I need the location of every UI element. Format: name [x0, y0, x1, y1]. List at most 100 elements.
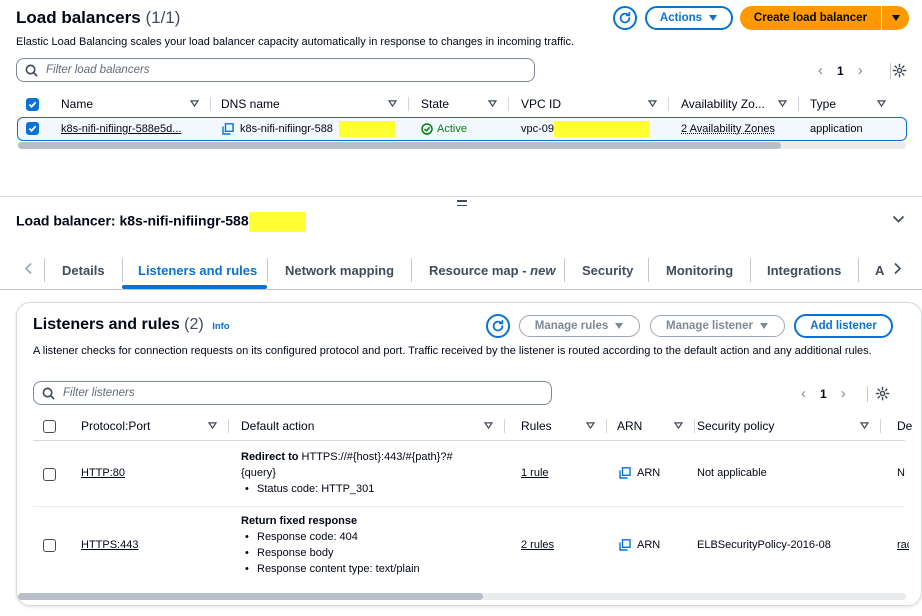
column-name[interactable]: Name	[61, 93, 211, 115]
protocol-port-link[interactable]: HTTPS:443	[81, 537, 138, 553]
state-value: Active	[437, 123, 467, 135]
list-item: Response code: 404	[241, 529, 511, 545]
default-ssl-link[interactable]: rac	[897, 537, 909, 553]
column-security-policy[interactable]: Security policy	[697, 415, 881, 437]
collapse-panel-button[interactable]	[892, 215, 905, 224]
table-row[interactable]: k8s-nifi-nifiingr-588e5d... k8s-nifi-nif…	[17, 117, 907, 141]
next-page-icon[interactable]: ›	[858, 62, 863, 79]
table-row[interactable]: HTTPS:443 Return fixed response Response…	[33, 507, 909, 589]
column-state[interactable]: State	[421, 93, 509, 115]
copy-icon[interactable]	[619, 467, 631, 479]
sort-caret-icon	[190, 100, 199, 107]
protocol-port-link[interactable]: HTTP:80	[81, 465, 125, 481]
sort-caret-icon	[488, 100, 497, 107]
type-value: application	[810, 123, 863, 135]
next-page-icon[interactable]: ›	[841, 385, 846, 402]
chevron-left-icon	[24, 262, 32, 275]
pagination: ‹ 1 ›	[818, 62, 863, 79]
actions-button[interactable]: Actions	[645, 6, 733, 30]
caret-down-icon	[891, 15, 900, 21]
tab-integrations[interactable]: Integrations	[767, 252, 841, 288]
redaction	[554, 121, 651, 138]
security-policy-value: ELBSecurityPolicy-2016-08	[697, 539, 831, 551]
column-arn[interactable]: ARN	[617, 415, 695, 437]
sort-caret-icon	[208, 422, 217, 429]
tab-monitoring[interactable]: Monitoring	[666, 252, 733, 288]
search-icon	[42, 387, 55, 399]
column-protocol-port[interactable]: Protocol:Port	[81, 415, 229, 437]
row-checkbox[interactable]	[43, 539, 56, 552]
page-title: Load balancers (1/1)	[16, 8, 181, 27]
gear-icon	[875, 386, 890, 401]
column-availability-zones[interactable]: Availability Zo...	[681, 93, 799, 115]
prev-page-icon[interactable]: ‹	[801, 385, 806, 402]
tabs-scroll-right[interactable]	[893, 262, 902, 275]
column-default-action[interactable]: Default action	[241, 415, 505, 437]
load-balancer-name-link[interactable]: k8s-nifi-nifiingr-588e5d...	[61, 121, 181, 137]
listener-count: (2)	[184, 316, 204, 333]
tab-resource-map[interactable]: Resource map - new	[429, 252, 555, 288]
listeners-horizontal-scrollbar[interactable]	[18, 593, 906, 600]
sort-caret-icon	[586, 422, 595, 429]
column-vpc-id[interactable]: VPC ID	[521, 93, 669, 115]
chevron-right-icon	[894, 262, 902, 275]
column-default-ssl[interactable]: De	[897, 415, 912, 437]
availability-zones-value[interactable]: 2 Availability Zones	[681, 121, 775, 137]
rules-link[interactable]: 2 rules	[521, 537, 554, 553]
load-balancer-search-input[interactable]: Filter load balancers	[16, 58, 535, 82]
tab-listeners-and-rules[interactable]: Listeners and rules	[138, 252, 257, 288]
column-rules[interactable]: Rules	[521, 415, 607, 437]
listeners-table-header: Protocol:Port Default action Rules ARN S…	[33, 415, 922, 437]
create-load-balancer-button[interactable]: Create load balancer	[740, 6, 881, 30]
listeners-settings-button[interactable]	[875, 386, 890, 401]
load-balancer-table-header: Name DNS name State VPC ID Availability …	[16, 93, 922, 115]
resize-handle[interactable]	[457, 200, 467, 206]
arn-value: ARN	[637, 539, 661, 551]
tabs-scroll-left[interactable]	[24, 262, 33, 275]
select-all-checkbox[interactable]	[26, 97, 39, 111]
horizontal-scrollbar[interactable]	[18, 142, 906, 149]
caret-down-icon	[759, 323, 768, 329]
dns-name-value: k8s-nifi-nifiingr-588	[240, 123, 333, 135]
caret-down-icon	[615, 323, 624, 329]
current-page[interactable]: 1	[820, 387, 827, 401]
scrollbar-thumb[interactable]	[18, 593, 483, 600]
current-page[interactable]: 1	[837, 64, 844, 78]
sort-caret-icon	[648, 100, 657, 107]
arn-value: ARN	[637, 467, 661, 479]
table-settings-button[interactable]	[892, 63, 907, 78]
rules-link[interactable]: 1 rule	[521, 465, 549, 481]
tab-network-mapping[interactable]: Network mapping	[285, 252, 394, 288]
default-action-cell: Redirect to HTTPS://#{host}:443/#{path}?…	[241, 449, 511, 497]
tab-security[interactable]: Security	[582, 252, 633, 288]
tab-details[interactable]: Details	[62, 252, 105, 288]
refresh-listeners-button[interactable]	[486, 314, 510, 338]
detail-title: Load balancer: k8s-nifi-nifiingr-588	[16, 212, 306, 232]
manage-listener-button[interactable]: Manage listener	[650, 315, 785, 337]
manage-rules-button[interactable]: Manage rules	[519, 315, 640, 337]
tab-bar: Details Listeners and rules Network mapp…	[0, 252, 922, 290]
split-panel-divider	[0, 196, 922, 197]
table-row[interactable]: HTTP:80 Redirect to HTTPS://#{host}:443/…	[33, 442, 905, 506]
column-type[interactable]: Type	[810, 93, 898, 115]
add-listener-button[interactable]: Add listener	[794, 314, 893, 338]
row-checkbox[interactable]	[26, 122, 39, 135]
column-dns-name[interactable]: DNS name	[221, 93, 409, 115]
refresh-button[interactable]	[613, 6, 637, 30]
create-dropdown-button[interactable]	[881, 6, 909, 30]
info-link[interactable]: Info	[212, 321, 229, 332]
active-tab-indicator	[122, 285, 267, 289]
tab-attributes[interactable]: A	[875, 252, 884, 288]
listener-search-input[interactable]: Filter listeners	[33, 381, 552, 405]
copy-icon[interactable]	[619, 539, 631, 551]
listeners-pagination: ‹ 1 ›	[801, 385, 846, 402]
sort-caret-icon	[860, 422, 869, 429]
prev-page-icon[interactable]: ‹	[818, 62, 823, 79]
select-all-checkbox[interactable]	[43, 419, 56, 433]
row-checkbox[interactable]	[43, 468, 56, 481]
selection-count: (1/1)	[145, 8, 181, 27]
copy-icon[interactable]	[222, 123, 234, 135]
refresh-icon	[492, 319, 504, 332]
scrollbar-thumb[interactable]	[18, 142, 781, 149]
listeners-title: Listeners and rules (2) Info	[33, 316, 230, 333]
